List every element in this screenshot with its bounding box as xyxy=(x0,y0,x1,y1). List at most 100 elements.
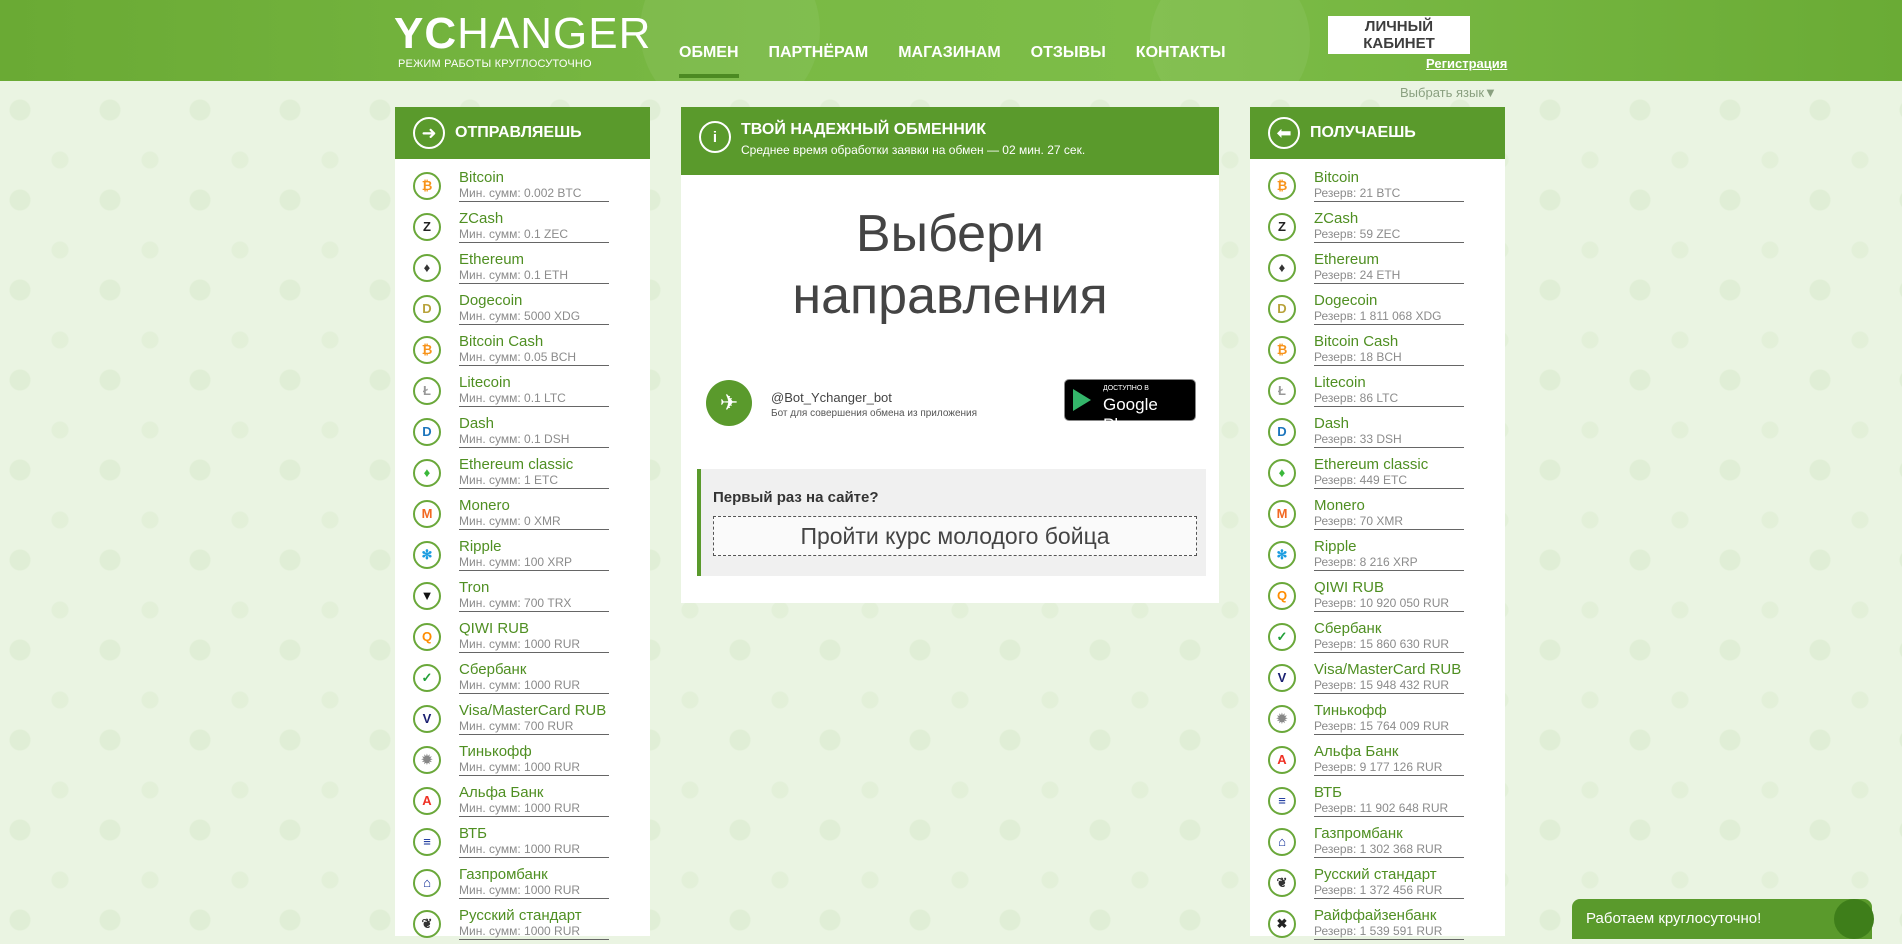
receive-panel: ⬅ ПОЛУЧАЕШЬ ₿ Bitcoin Резерв: 21 BTC Z ZCash… xyxy=(1250,107,1505,940)
min-amount: Мин. сумм: 1000 RUR xyxy=(459,801,581,815)
currency-name: ВТБ xyxy=(1314,784,1343,801)
currency-item[interactable]: ▼ Tron Мин. сумм: 700 TRX xyxy=(395,575,650,616)
currency-item[interactable]: ⌂ Газпромбанк Мин. сумм: 1000 RUR xyxy=(395,862,650,903)
send-panel-title: ОТПРАВЛЯЕШЬ xyxy=(455,124,582,141)
personal-account-button[interactable]: ЛИЧНЫЙ КАБИНЕТ xyxy=(1328,16,1470,54)
nav-contacts[interactable]: КОНТАКТЫ xyxy=(1136,44,1226,62)
currency-name: Dash xyxy=(1314,415,1350,432)
currency-item[interactable]: ₿ Bitcoin Резерв: 21 BTC xyxy=(1250,165,1505,206)
litecoin-icon: Ł xyxy=(413,376,441,405)
currency-name: Ripple xyxy=(459,538,502,555)
currency-item[interactable]: D Dash Резерв: 33 DSH xyxy=(1250,411,1505,452)
qiwi-icon: Q xyxy=(413,622,441,651)
min-amount: Мин. сумм: 0.05 BCH xyxy=(459,350,577,364)
currency-item[interactable]: ≡ ВТБ Резерв: 11 902 648 RUR xyxy=(1250,780,1505,821)
min-amount: Мин. сумм: 1000 RUR xyxy=(459,883,581,897)
receive-currency-list: ₿ Bitcoin Резерв: 21 BTC Z ZCash Резерв: 59 Z… xyxy=(1250,159,1505,944)
nav-shops[interactable]: МАГАЗИНАМ xyxy=(898,44,1000,62)
currency-item[interactable]: ✻ Ripple Резерв: 8 216 XRP xyxy=(1250,534,1505,575)
tinkoff-icon: ✹ xyxy=(413,745,441,774)
min-amount: Мин. сумм: 1 ETC xyxy=(459,473,559,487)
currency-item[interactable]: Q QIWI RUB Мин. сумм: 1000 RUR xyxy=(395,616,650,657)
currency-item[interactable]: ₿ Bitcoin Cash Мин. сумм: 0.05 BCH xyxy=(395,329,650,370)
currency-item[interactable]: ≡ ВТБ Мин. сумм: 1000 RUR xyxy=(395,821,650,862)
currency-item[interactable]: ₿ Bitcoin Cash Резерв: 18 BCH xyxy=(1250,329,1505,370)
reserve-amount: Резерв: 33 DSH xyxy=(1314,432,1402,446)
currency-item[interactable]: ✖ Райффайзенбанк Резерв: 1 539 591 RUR xyxy=(1250,903,1505,944)
currency-name: Ripple xyxy=(1314,538,1357,555)
currency-item[interactable]: V Visa/MasterCard RUB Резерв: 15 948 432 R… xyxy=(1250,657,1505,698)
logo[interactable]: YCHANGER РЕЖИМ РАБОТЫ КРУГЛОСУТОЧНО xyxy=(394,12,651,71)
min-amount: Мин. сумм: 0.1 DSH xyxy=(459,432,570,446)
currency-item[interactable]: D Dogecoin Мин. сумм: 5000 XDG xyxy=(395,288,650,329)
chat-widget[interactable]: Работаем круглосуточно! xyxy=(1572,899,1874,939)
reserve-amount: Резерв: 11 902 648 RUR xyxy=(1314,801,1449,815)
currency-item[interactable]: ✓ Сбербанк Резерв: 15 860 630 RUR xyxy=(1250,616,1505,657)
nav-exchange[interactable]: ОБМЕН xyxy=(679,44,739,78)
telegram-icon[interactable]: ✈ xyxy=(706,380,752,426)
currency-item[interactable]: D Dash Мин. сумм: 0.1 DSH xyxy=(395,411,650,452)
currency-item[interactable]: ♦ Ethereum Мин. сумм: 0.1 ETH xyxy=(395,247,650,288)
min-amount: Мин. сумм: 700 TRX xyxy=(459,596,572,610)
monero-icon: M xyxy=(1268,499,1296,528)
currency-name: Dogecoin xyxy=(1314,292,1378,309)
currency-item[interactable]: ₿ Bitcoin Мин. сумм: 0.002 BTC xyxy=(395,165,650,206)
currency-item[interactable]: ❦ Русский стандарт Резерв: 1 372 456 RUR xyxy=(1250,862,1505,903)
beginner-course-button[interactable]: Пройти курс молодого бойца xyxy=(713,516,1197,556)
nav-partners[interactable]: ПАРТНЁРАМ xyxy=(769,44,869,62)
dogecoin-icon: D xyxy=(413,294,441,323)
nav-reviews[interactable]: ОТЗЫВЫ xyxy=(1031,44,1106,62)
gazprombank-icon: ⌂ xyxy=(413,868,441,897)
language-select[interactable]: Выбрать язык▼ xyxy=(1400,85,1497,100)
currency-item[interactable]: M Monero Резерв: 70 XMR xyxy=(1250,493,1505,534)
currency-name: ZCash xyxy=(1314,210,1359,227)
currency-item[interactable]: Q QIWI RUB Резерв: 10 920 050 RUR xyxy=(1250,575,1505,616)
currency-item[interactable]: ✻ Ripple Мин. сумм: 100 XRP xyxy=(395,534,650,575)
bitcoin-cash-icon: ₿ xyxy=(413,335,441,364)
zcash-icon: Z xyxy=(413,212,441,241)
reserve-amount: Резерв: 70 XMR xyxy=(1314,514,1403,528)
send-panel: ➜ ОТПРАВЛЯЕШЬ ₿ Bitcoin Мин. сумм: 0.002 B… xyxy=(395,107,650,940)
register-link[interactable]: Регистрация xyxy=(1426,56,1507,71)
currency-name: Райффайзенбанк xyxy=(1314,907,1437,924)
google-play-badge[interactable]: ДОСТУПНО В Google Play xyxy=(1064,379,1196,434)
ethereum-icon: ♦ xyxy=(1268,253,1296,282)
currency-item[interactable]: Z ZCash Резерв: 59 ZEC xyxy=(1250,206,1505,247)
currency-item[interactable]: ⌂ Газпромбанк Резерв: 1 302 368 RUR xyxy=(1250,821,1505,862)
currency-item[interactable]: A Альфа Банк Мин. сумм: 1000 RUR xyxy=(395,780,650,821)
min-amount: Мин. сумм: 1000 RUR xyxy=(459,637,581,651)
currency-item[interactable]: ♦ Ethereum classic Резерв: 449 ETC xyxy=(1250,452,1505,493)
reserve-amount: Резерв: 9 177 126 RUR xyxy=(1314,760,1443,774)
currency-item[interactable]: V Visa/MasterCard RUB Мин. сумм: 700 RUR xyxy=(395,698,650,739)
alfa-bank-icon: A xyxy=(1268,745,1296,774)
currency-item[interactable]: D Dogecoin Резерв: 1 811 068 XDG xyxy=(1250,288,1505,329)
header-decoration xyxy=(1150,0,1310,81)
ethereum-classic-icon: ♦ xyxy=(413,458,441,487)
currency-name: Dash xyxy=(459,415,495,432)
currency-name: Dogecoin xyxy=(459,292,523,309)
ethereum-classic-icon: ♦ xyxy=(1268,458,1296,487)
exchange-panel-header: i ТВОЙ НАДЕЖНЫЙ ОБМЕННИК Среднее время о… xyxy=(681,107,1219,175)
currency-item[interactable]: Z ZCash Мин. сумм: 0.1 ZEC xyxy=(395,206,650,247)
currency-item[interactable]: ✹ Тинькофф Резерв: 15 764 009 RUR xyxy=(1250,698,1505,739)
currency-name: Сбербанк xyxy=(459,661,527,678)
zcash-icon: Z xyxy=(1268,212,1296,241)
currency-item[interactable]: Ł Litecoin Мин. сумм: 0.1 LTC xyxy=(395,370,650,411)
telegram-bot-link[interactable]: @Bot_Ychanger_bot xyxy=(771,390,892,405)
currency-name: Litecoin xyxy=(1314,374,1366,391)
ripple-icon: ✻ xyxy=(413,540,441,569)
bitcoin-cash-icon: ₿ xyxy=(1268,335,1296,364)
currency-item[interactable]: Ł Litecoin Резерв: 86 LTC xyxy=(1250,370,1505,411)
currency-item[interactable]: M Monero Мин. сумм: 0 XMR xyxy=(395,493,650,534)
currency-item[interactable]: ♦ Ethereum Резерв: 24 ETH xyxy=(1250,247,1505,288)
currency-name: Тинькофф xyxy=(459,743,532,760)
currency-item[interactable]: ✓ Сбербанк Мин. сумм: 1000 RUR xyxy=(395,657,650,698)
currency-item[interactable]: A Альфа Банк Резерв: 9 177 126 RUR xyxy=(1250,739,1505,780)
currency-item[interactable]: ❦ Русский стандарт Мин. сумм: 1000 RUR xyxy=(395,903,650,944)
currency-name: Ethereum xyxy=(459,251,525,268)
currency-item[interactable]: ✹ Тинькофф Мин. сумм: 1000 RUR xyxy=(395,739,650,780)
currency-item[interactable]: ♦ Ethereum classic Мин. сумм: 1 ETC xyxy=(395,452,650,493)
vtb-icon: ≡ xyxy=(413,827,441,856)
russian-standard-icon: ❦ xyxy=(413,909,441,938)
arrow-right-icon: ➜ xyxy=(413,117,445,149)
